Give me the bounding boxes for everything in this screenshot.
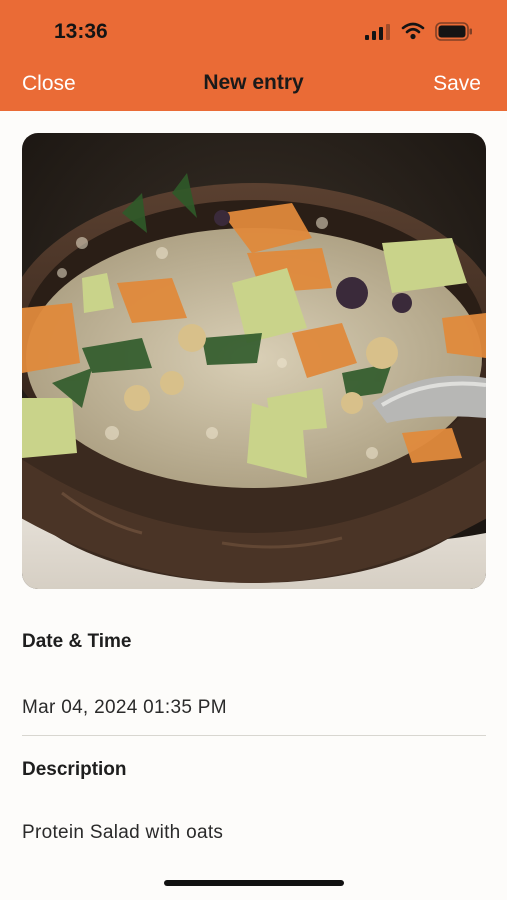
date-time-field[interactable]: Mar 04, 2024 01:35 PM (22, 697, 227, 719)
page-title: New entry (203, 71, 304, 94)
status-time: 13:36 (54, 20, 108, 43)
wifi-icon (401, 22, 425, 40)
description-label: Description (22, 759, 127, 780)
date-time-label: Date & Time (22, 631, 132, 652)
home-indicator[interactable] (164, 880, 344, 886)
description-field[interactable]: Protein Salad with oats (22, 822, 223, 844)
food-photo[interactable] (22, 133, 486, 589)
battery-icon (435, 22, 472, 41)
save-button[interactable]: Save (433, 72, 481, 96)
app-header: 13:36 Close New entry Save (0, 0, 507, 111)
divider (22, 735, 486, 736)
signal-icon (365, 24, 390, 40)
